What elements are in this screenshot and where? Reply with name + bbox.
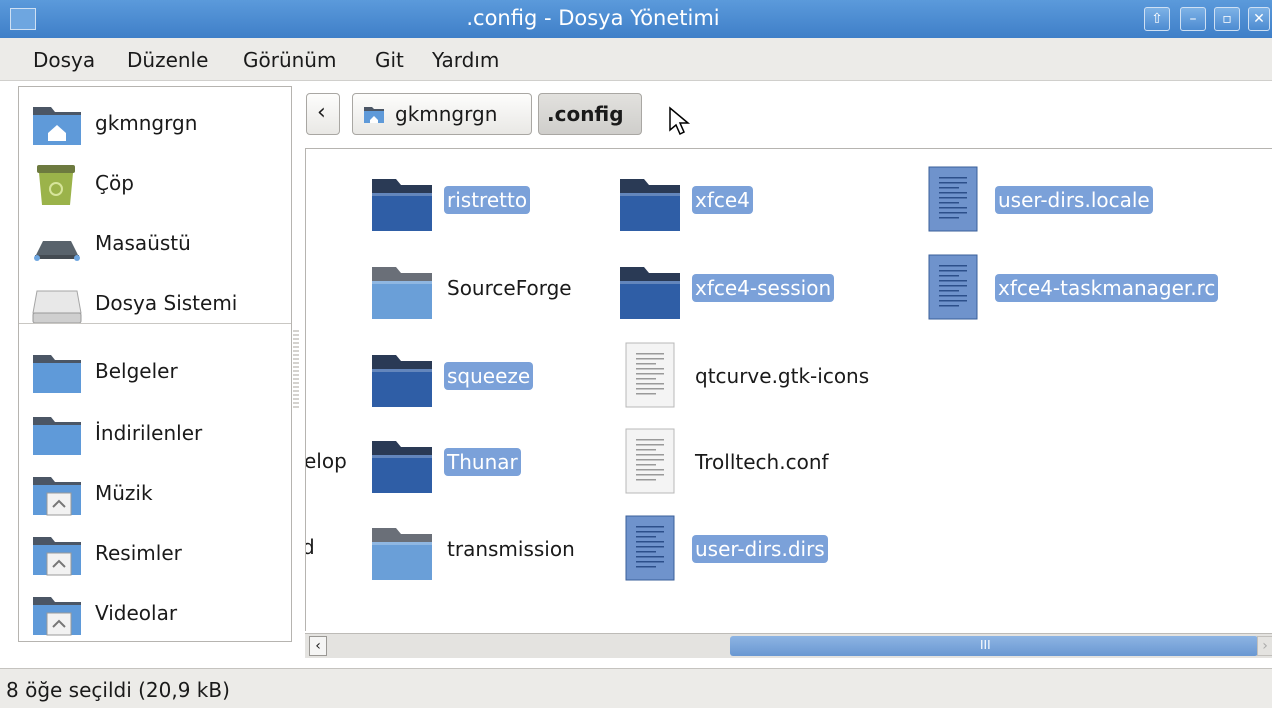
music-folder-icon: [33, 477, 81, 516]
sidebar-item-trash[interactable]: Çöp: [31, 157, 286, 211]
text-file-icon: [618, 341, 682, 411]
sidebar-item-label: Resimler: [95, 541, 182, 565]
chevron-left-icon: ‹: [315, 638, 321, 654]
sidebar-separator: [19, 323, 291, 324]
window-titlebar[interactable]: .config - Dosya Yönetimi ⇧ – ▫ ✕: [0, 0, 1272, 38]
scroll-grip: III: [980, 638, 991, 652]
folder-icon: [618, 165, 682, 235]
text-file-icon: [921, 253, 985, 323]
file-name: user-dirs.dirs: [692, 535, 828, 563]
folder-icon: [33, 417, 81, 455]
chevron-left-icon: ‹: [317, 100, 326, 125]
menu-view[interactable]: Görünüm: [243, 48, 336, 72]
folder-icon: [618, 253, 682, 323]
drive-icon: [32, 290, 82, 324]
sidebar-item-downloads[interactable]: İndirilenler: [31, 407, 286, 461]
maximize-window-button[interactable]: ▫: [1214, 7, 1240, 31]
sidebar-item-home[interactable]: gkmngrgn: [31, 97, 286, 151]
horizontal-scrollbar[interactable]: ‹ III ›: [305, 633, 1272, 658]
file-name: ristretto: [444, 186, 531, 214]
clipped-file-name: d: [306, 535, 315, 559]
folder-icon: [370, 341, 434, 411]
sidebar-item-label: Masaüstü: [95, 231, 191, 255]
sidebar-item-label: İndirilenler: [95, 421, 203, 445]
text-file-icon: [618, 514, 682, 584]
sidebar: gkmngrgn Çöp Masaüstü Dosya Sistemi Belg…: [18, 86, 292, 642]
window-title: .config - Dosya Yönetimi: [466, 6, 720, 30]
sidebar-item-label: Müzik: [95, 481, 153, 505]
menu-edit[interactable]: Düzenle: [127, 48, 208, 72]
file-name: qtcurve.gtk-icons: [695, 364, 870, 388]
file-name: xfce4-taskmanager.rc: [995, 274, 1219, 302]
menu-help[interactable]: Yardım: [432, 48, 499, 72]
pictures-folder-icon: [33, 537, 81, 576]
minimize-window-button[interactable]: –: [1180, 7, 1206, 31]
file-name: squeeze: [444, 362, 534, 390]
scroll-thumb[interactable]: III: [730, 636, 1258, 656]
file-name: SourceForge: [447, 276, 572, 300]
path-crumb-current[interactable]: .config: [538, 93, 642, 135]
sidebar-item-label: Dosya Sistemi: [95, 291, 238, 315]
sidebar-item-label: Belgeler: [95, 359, 178, 383]
menu-bar: Dosya Düzenle Görünüm Git Yardım: [0, 38, 1272, 81]
sidebar-item-label: gkmngrgn: [95, 111, 198, 135]
sidebar-item-pictures[interactable]: Resimler: [31, 527, 286, 581]
sidebar-item-label: Videolar: [95, 601, 178, 625]
mouse-cursor-icon: [669, 106, 691, 136]
menu-file[interactable]: Dosya: [33, 48, 95, 72]
file-name: Thunar: [444, 448, 521, 476]
videos-folder-icon: [33, 597, 81, 636]
back-button[interactable]: ‹: [306, 93, 340, 135]
scroll-right-button[interactable]: ›: [1257, 636, 1272, 656]
desktop-icon: [34, 241, 80, 261]
path-crumb-label: gkmngrgn: [395, 102, 498, 126]
home-folder-icon: [364, 107, 384, 123]
scroll-left-button[interactable]: ‹: [309, 636, 327, 656]
file-name: xfce4-session: [692, 274, 835, 302]
file-name: user-dirs.locale: [995, 186, 1153, 214]
file-name: xfce4: [692, 186, 753, 214]
clipped-file-name: elop: [305, 449, 347, 473]
menu-go[interactable]: Git: [375, 48, 404, 72]
close-window-button[interactable]: ✕: [1248, 7, 1270, 31]
chevron-right-icon: ›: [1262, 638, 1268, 654]
folder-icon: [370, 165, 434, 235]
text-file-icon: [618, 427, 682, 497]
status-bar: 8 öğe seçildi (20,9 kB): [0, 668, 1272, 708]
file-name: transmission: [447, 537, 575, 561]
path-crumb-home[interactable]: gkmngrgn: [352, 93, 532, 135]
text-file-icon: [921, 165, 985, 235]
sidebar-item-music[interactable]: Müzik: [31, 467, 286, 521]
folder-icon: [33, 355, 81, 393]
file-view[interactable]: elop d ristretto xfce4 user-dirs.locale Sou…: [305, 148, 1272, 631]
status-text: 8 öğe seçildi (20,9 kB): [6, 678, 230, 702]
path-crumb-label: .config: [547, 102, 624, 126]
shade-window-button[interactable]: ⇧: [1144, 7, 1170, 31]
sidebar-item-documents[interactable]: Belgeler: [31, 345, 286, 399]
sidebar-item-videos[interactable]: Videolar: [31, 587, 286, 641]
pane-resize-handle[interactable]: [293, 330, 299, 410]
folder-icon: [370, 253, 434, 323]
sidebar-item-label: Çöp: [95, 171, 134, 195]
folder-icon: [370, 514, 434, 584]
folder-icon: [370, 427, 434, 497]
sidebar-item-desktop[interactable]: Masaüstü: [31, 217, 286, 271]
trash-icon: [37, 165, 75, 205]
file-name: Trolltech.conf: [695, 450, 829, 474]
home-folder-icon: [33, 107, 81, 145]
